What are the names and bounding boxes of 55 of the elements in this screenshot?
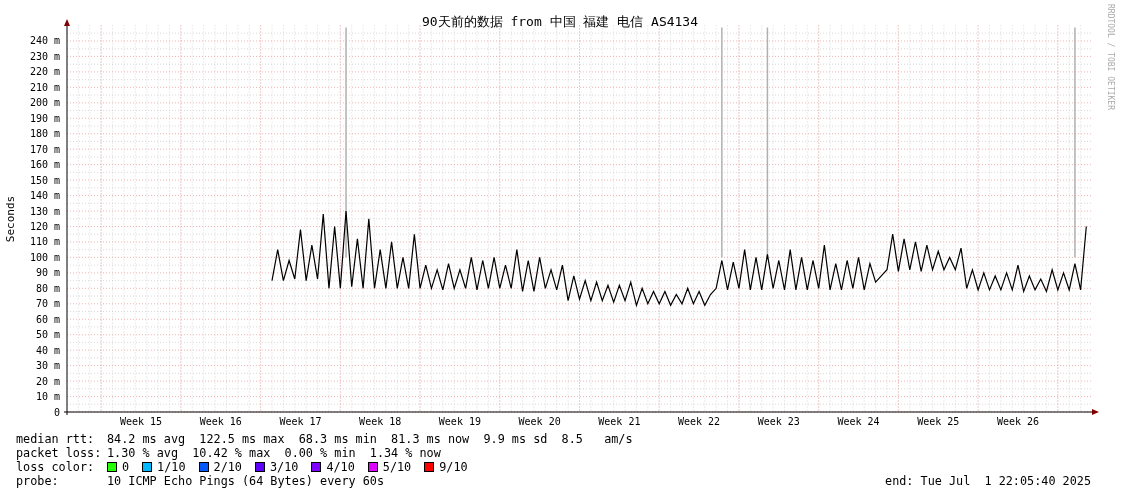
axis-label: Week 22 <box>678 416 721 427</box>
axis-label: Week 19 <box>438 416 481 427</box>
axis-label: 180 m <box>29 128 60 140</box>
axis-label: 190 m <box>29 112 60 124</box>
axis-label: 50 m <box>35 329 60 341</box>
axis-label: 80 m <box>35 282 60 294</box>
legend-value: 0 <box>122 460 130 474</box>
legend-label: median rtt: <box>16 432 96 446</box>
axis-label: 140 m <box>29 190 60 202</box>
axis-label: Week 21 <box>598 416 641 427</box>
axis-label: Week 15 <box>119 416 163 427</box>
axis-label: 30 m <box>35 360 60 372</box>
axis-label: 240 m <box>29 35 60 47</box>
axis-label: 120 m <box>29 221 60 232</box>
axis-label: 60 m <box>35 313 60 325</box>
axis-label: Week 25 <box>917 416 960 427</box>
axis-label: 160 m <box>29 159 60 171</box>
axis-label: 70 m <box>35 298 60 310</box>
axis-label: 40 m <box>35 344 60 356</box>
legend-value: 9/10 <box>439 460 468 474</box>
legend-value: 2/10 <box>213 460 242 474</box>
legend-value: 5/10 <box>382 460 412 474</box>
axis-label: 200 m <box>29 97 60 109</box>
legend-value: 1/10 <box>157 460 186 474</box>
axis-label: 170 m <box>29 143 60 155</box>
legend-value: 3/10 <box>269 460 299 474</box>
axis-label: 210 m <box>29 81 60 93</box>
legend-value: 84.2 ms avg 122.5 ms max 68.3 ms min 81.3 ms now 9.9 ms sd 8.5 am/s <box>107 432 633 446</box>
axis-title: Seconds <box>4 195 17 243</box>
axis-label: Week 24 <box>837 416 880 427</box>
axis-label: 110 m <box>29 236 60 248</box>
chart-title: 90天前的数据 from 中国 福建 电信 AS4134 <box>421 14 699 29</box>
axis-label: Week 20 <box>518 416 561 427</box>
signature: RRDTOOL / TOBI OETIKER <box>1105 4 1116 110</box>
legend-value: 4/10 <box>326 460 355 474</box>
axis-label: 230 m <box>29 50 60 62</box>
axis-label: 130 m <box>29 205 60 217</box>
axis-label: Week 18 <box>359 416 402 427</box>
axis-label: 220 m <box>29 66 60 78</box>
axis-label: 150 m <box>29 174 60 186</box>
legend-label: probe: <box>16 474 60 488</box>
axis-label: 0 <box>53 406 60 418</box>
axis-label: 90 m <box>35 267 60 279</box>
axis-label: 100 m <box>29 251 60 263</box>
end-time: end: Tue Jul 1 22:05:40 2025 <box>885 474 1091 488</box>
legend-label: packet loss: <box>16 446 103 460</box>
legend-label: loss color: <box>16 460 96 474</box>
axis-label: Week 16 <box>199 416 242 427</box>
axis-label: 10 m <box>35 391 60 403</box>
axis-label: Week 23 <box>757 416 800 427</box>
legend-value: 1.30 % avg 10.42 % max 0.00 % min 1.34 % now <box>107 446 441 460</box>
axis-label: 20 m <box>35 375 60 387</box>
axis-label: Week 26 <box>996 416 1040 427</box>
axis-label: Week 17 <box>279 416 322 427</box>
legend-value: 10 ICMP Echo Pings (64 Bytes) every 60s <box>107 474 384 488</box>
